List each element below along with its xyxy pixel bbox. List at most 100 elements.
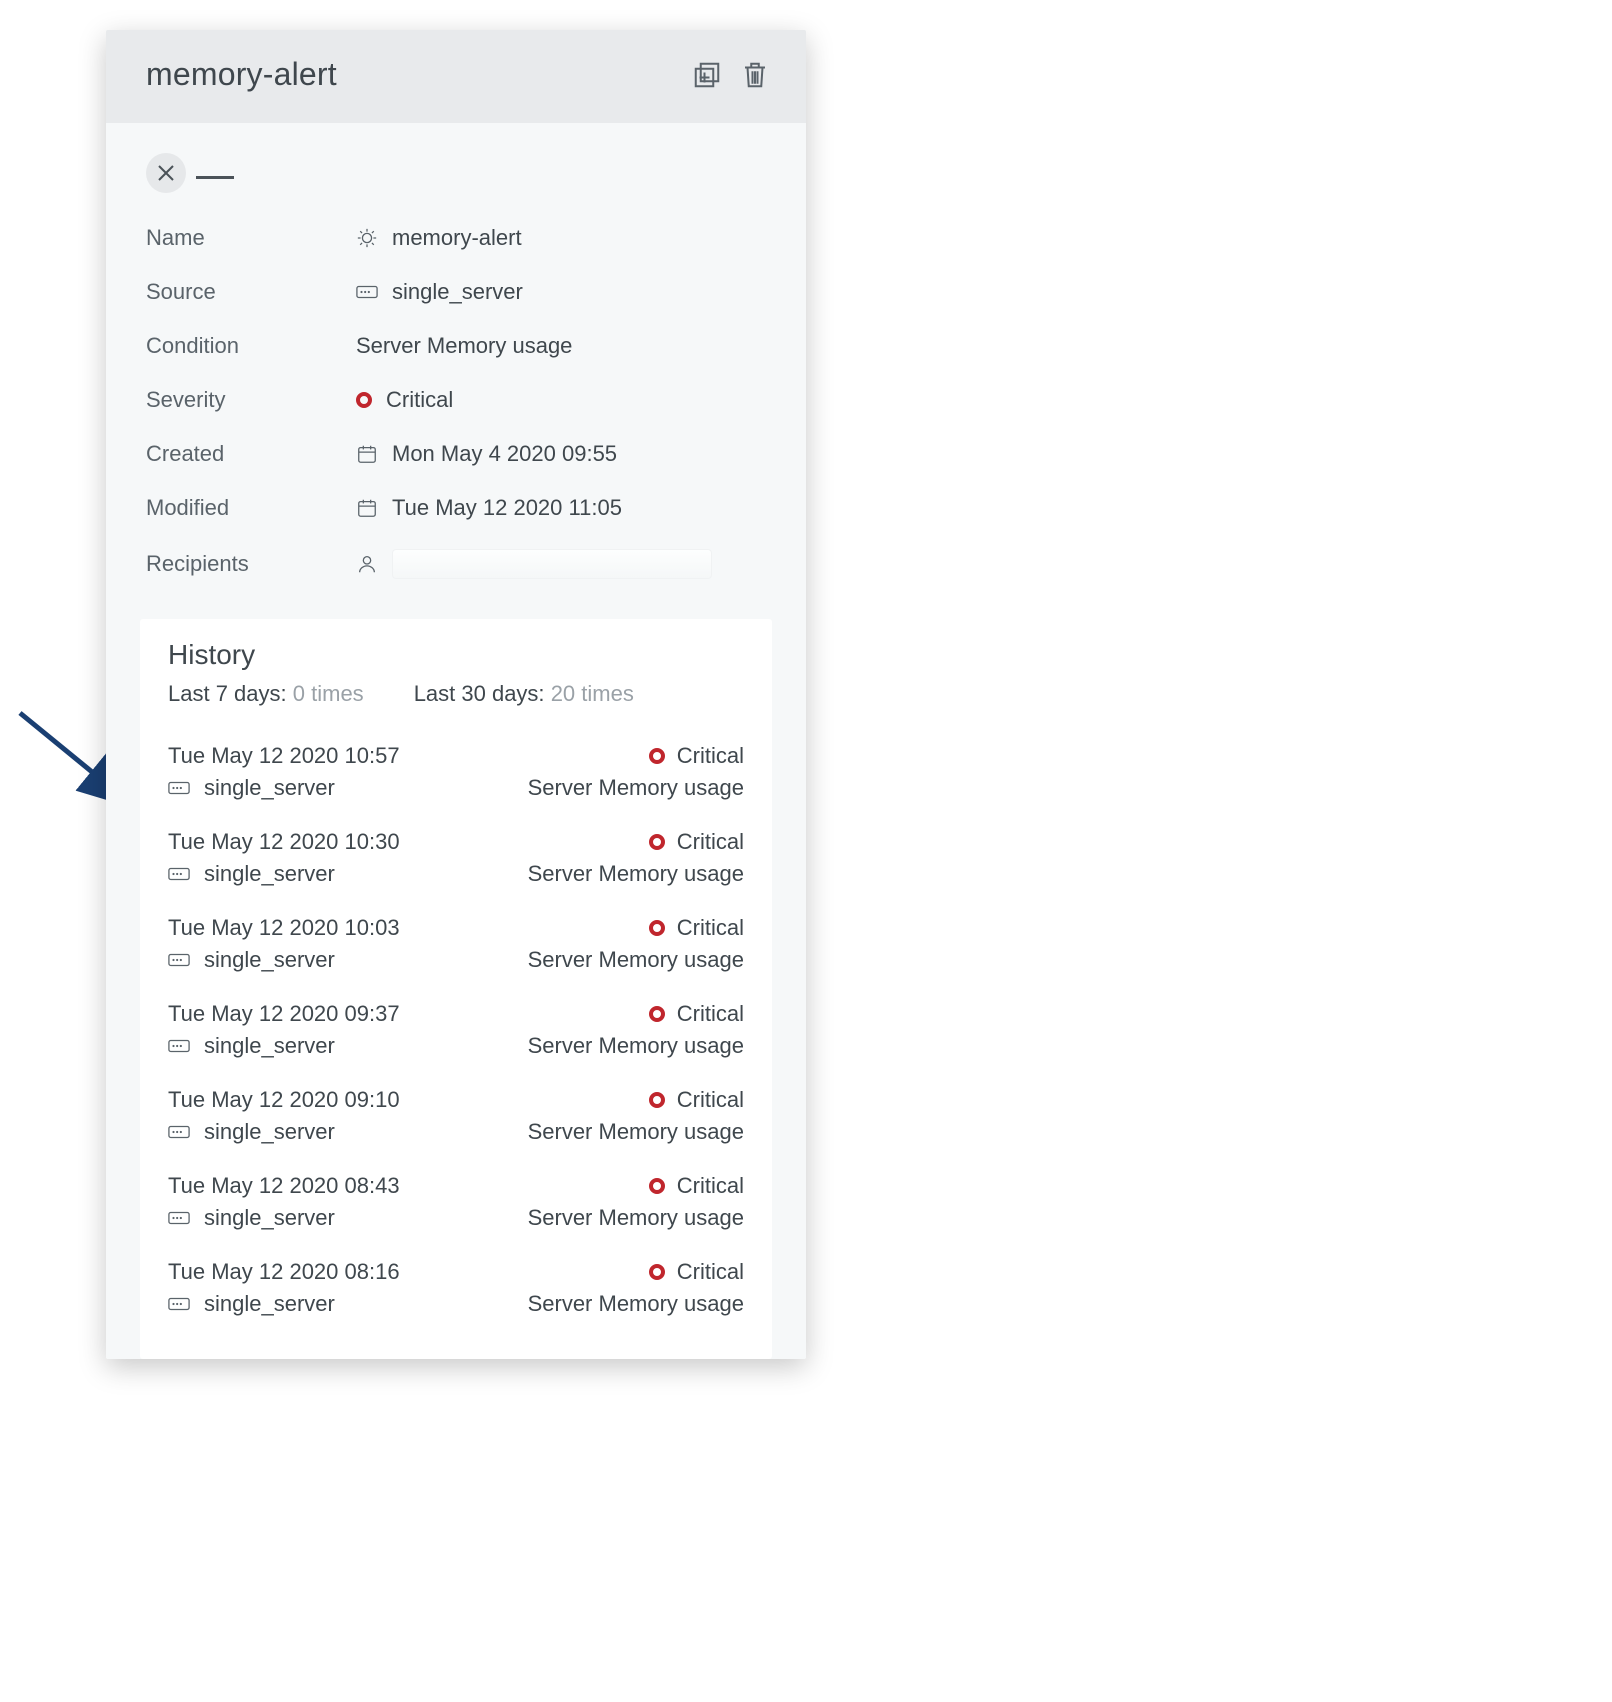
value-condition: Server Memory usage: [356, 333, 572, 359]
severity-dot-icon: [649, 1178, 665, 1194]
history-entry[interactable]: Tue May 12 2020 10:30 Critical single_serv…: [168, 819, 744, 905]
history-entry-timestamp: Tue May 12 2020 10:57: [168, 743, 649, 769]
panel-body: Name memory-alert Source single_: [106, 123, 806, 1359]
history-card: History Last 7 days: 0 times Last 30 day…: [140, 619, 772, 1359]
history-entry[interactable]: Tue May 12 2020 10:03 Critical single_serv…: [168, 905, 744, 991]
history-entry-severity-label: Critical: [677, 1001, 744, 1027]
history-entry-timestamp: Tue May 12 2020 10:03: [168, 915, 649, 941]
label-created: Created: [146, 441, 356, 467]
duplicate-button[interactable]: [690, 58, 724, 92]
alert-icon: [356, 227, 378, 249]
close-toggle-button[interactable]: [146, 153, 186, 193]
history-entry-source: single_server: [204, 861, 335, 887]
delete-button[interactable]: [738, 58, 772, 92]
detail-row-condition: Condition Server Memory usage: [146, 319, 766, 373]
detail-row-created: Created Mon May 4 2020 09:55: [146, 427, 766, 481]
value-source: single_server: [392, 279, 523, 305]
history-entry-timestamp: Tue May 12 2020 10:30: [168, 829, 649, 855]
severity-dot-icon: [356, 392, 372, 408]
history-entry[interactable]: Tue May 12 2020 08:16 Critical single_serv…: [168, 1249, 744, 1335]
history-entry-severity-label: Critical: [677, 1087, 744, 1113]
value-modified: Tue May 12 2020 11:05: [392, 495, 622, 521]
history-entry-severity-label: Critical: [677, 1259, 744, 1285]
server-icon: [168, 1293, 190, 1315]
history-entry-source: single_server: [204, 775, 335, 801]
server-icon: [168, 949, 190, 971]
value-created: Mon May 4 2020 09:55: [392, 441, 617, 467]
server-icon: [168, 1121, 190, 1143]
detail-row-severity: Severity Critical: [146, 373, 766, 427]
history-entry-source: single_server: [204, 947, 335, 973]
history-entry-severity-label: Critical: [677, 829, 744, 855]
history-entry-severity: Critical: [649, 915, 744, 941]
severity-dot-icon: [649, 834, 665, 850]
history-last7-value: 0 times: [293, 681, 364, 706]
server-icon: [168, 1035, 190, 1057]
history-last30-value: 20 times: [551, 681, 634, 706]
severity-dot-icon: [649, 1092, 665, 1108]
severity-dot-icon: [649, 748, 665, 764]
history-entry[interactable]: Tue May 12 2020 10:57 Critical single_serv…: [168, 733, 744, 819]
history-title: History: [168, 639, 744, 671]
history-entry-severity: Critical: [649, 743, 744, 769]
history-last7-label: Last 7 days:: [168, 681, 287, 706]
history-entry-severity-label: Critical: [677, 915, 744, 941]
duplicate-icon: [692, 60, 722, 90]
history-entry-severity: Critical: [649, 1087, 744, 1113]
history-entry[interactable]: Tue May 12 2020 09:10 Critical single_serv…: [168, 1077, 744, 1163]
history-entry-severity: Critical: [649, 829, 744, 855]
recipient-redacted: [392, 549, 712, 579]
history-entry-timestamp: Tue May 12 2020 08:43: [168, 1173, 649, 1199]
history-entry-severity-label: Critical: [677, 743, 744, 769]
toggle-row: [146, 153, 766, 193]
server-icon: [168, 777, 190, 799]
label-name: Name: [146, 225, 356, 251]
history-last7: Last 7 days: 0 times: [168, 681, 364, 707]
history-entry-severity: Critical: [649, 1173, 744, 1199]
history-entry-condition: Server Memory usage: [528, 1119, 744, 1145]
header-actions: [690, 58, 772, 92]
history-entry-condition: Server Memory usage: [528, 1033, 744, 1059]
history-last30: Last 30 days: 20 times: [414, 681, 634, 707]
history-entry-source: single_server: [204, 1291, 335, 1317]
history-entry-source: single_server: [204, 1119, 335, 1145]
severity-dot-icon: [649, 920, 665, 936]
label-severity: Severity: [146, 387, 356, 413]
severity-dot-icon: [649, 1006, 665, 1022]
detail-row-modified: Modified Tue May 12 2020 11:05: [146, 481, 766, 535]
history-entry-severity-label: Critical: [677, 1173, 744, 1199]
history-entry-condition: Server Memory usage: [528, 1291, 744, 1317]
severity-dot-icon: [649, 1264, 665, 1280]
history-entry-condition: Server Memory usage: [528, 861, 744, 887]
history-entry-source: single_server: [204, 1033, 335, 1059]
close-icon: [157, 164, 175, 182]
server-icon: [356, 281, 378, 303]
label-source: Source: [146, 279, 356, 305]
label-condition: Condition: [146, 333, 356, 359]
history-entry-timestamp: Tue May 12 2020 09:10: [168, 1087, 649, 1113]
user-icon: [356, 553, 378, 575]
history-entry-severity: Critical: [649, 1259, 744, 1285]
history-entry-timestamp: Tue May 12 2020 08:16: [168, 1259, 649, 1285]
history-entry-condition: Server Memory usage: [528, 775, 744, 801]
alert-detail-panel: memory-alert: [106, 30, 806, 1359]
calendar-icon: [356, 497, 378, 519]
value-severity: Critical: [386, 387, 453, 413]
panel-title: memory-alert: [146, 56, 337, 93]
history-entry-source: single_server: [204, 1205, 335, 1231]
history-entry-severity: Critical: [649, 1001, 744, 1027]
label-modified: Modified: [146, 495, 356, 521]
history-entry[interactable]: Tue May 12 2020 08:43 Critical single_serv…: [168, 1163, 744, 1249]
panel-header: memory-alert: [106, 30, 806, 123]
server-icon: [168, 1207, 190, 1229]
history-entry-timestamp: Tue May 12 2020 09:37: [168, 1001, 649, 1027]
detail-row-recipients: Recipients: [146, 535, 766, 593]
history-summary: Last 7 days: 0 times Last 30 days: 20 ti…: [168, 681, 744, 707]
label-recipients: Recipients: [146, 551, 356, 577]
history-entry[interactable]: Tue May 12 2020 09:37 Critical single_serv…: [168, 991, 744, 1077]
server-icon: [168, 863, 190, 885]
toggle-line: [196, 176, 234, 179]
history-entry-condition: Server Memory usage: [528, 947, 744, 973]
history-last30-label: Last 30 days:: [414, 681, 545, 706]
value-name: memory-alert: [392, 225, 522, 251]
